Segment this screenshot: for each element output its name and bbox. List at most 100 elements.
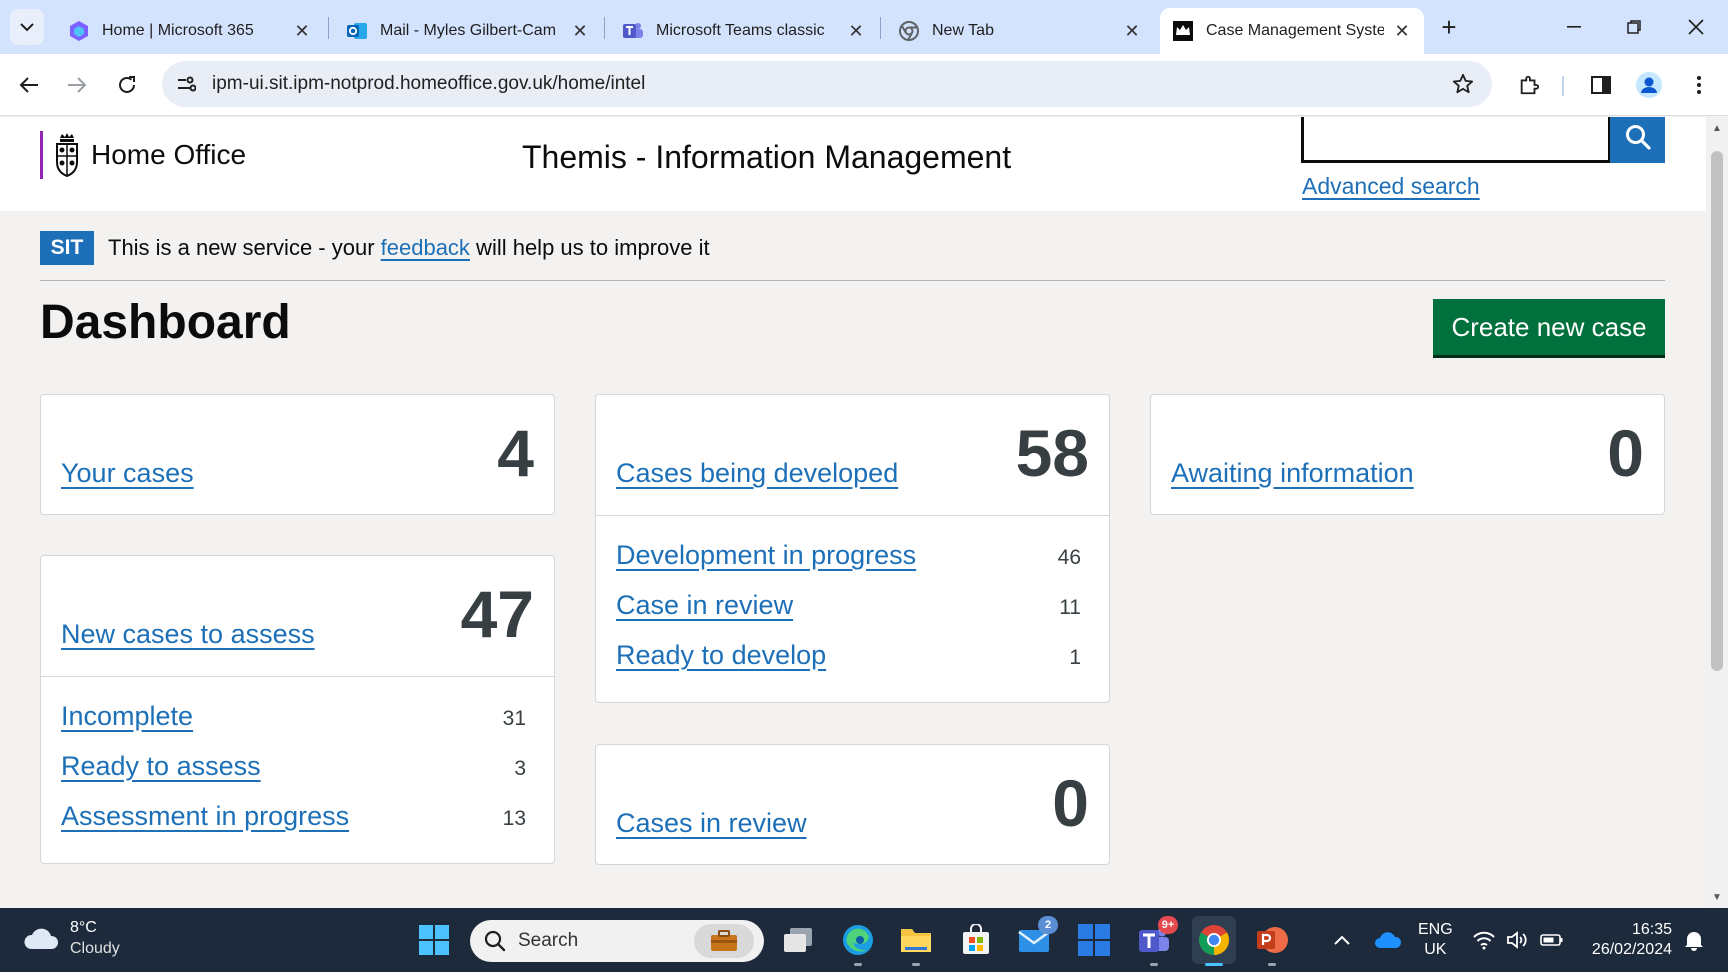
wifi-icon[interactable]	[1468, 920, 1500, 960]
awaiting-information-link[interactable]: Awaiting information	[1171, 458, 1414, 489]
advanced-search-link[interactable]: Advanced search	[1302, 173, 1480, 200]
side-panel-button[interactable]	[1586, 70, 1616, 100]
system-clock[interactable]: 16:35 26/02/2024	[1584, 920, 1672, 960]
site-info-icon[interactable]	[174, 72, 198, 96]
close-icon[interactable]: ✕	[1122, 21, 1142, 41]
close-icon[interactable]: ✕	[846, 21, 866, 41]
reload-button[interactable]	[110, 68, 144, 102]
incomplete-link[interactable]: Incomplete	[61, 701, 193, 732]
minimize-icon	[1567, 26, 1581, 28]
running-indicator	[1150, 963, 1158, 966]
search-input[interactable]	[1301, 117, 1611, 163]
browser-menu-button[interactable]	[1684, 70, 1714, 100]
notifications-button[interactable]	[1680, 920, 1708, 960]
task-view-button[interactable]	[778, 920, 818, 960]
briefcase-icon	[694, 924, 754, 958]
close-icon[interactable]: ✕	[570, 21, 590, 41]
windows-app[interactable]	[1074, 920, 1114, 960]
tab-mail[interactable]: Mail - Myles Gilbert-Cam ✕	[334, 8, 602, 54]
forward-button[interactable]	[60, 68, 94, 102]
mail-badge: 2	[1038, 916, 1058, 934]
tab-teams[interactable]: Microsoft Teams classic ✕	[610, 8, 878, 54]
phase-tag: SIT	[40, 231, 94, 265]
browser-toolbar: ipm-ui.sit.ipm-notprod.homeoffice.gov.uk…	[0, 54, 1728, 116]
task-view-icon	[784, 928, 812, 952]
tab-new-tab[interactable]: New Tab ✕	[886, 8, 1154, 54]
new-tab-button[interactable]: +	[1434, 12, 1464, 42]
feedback-link[interactable]: feedback	[381, 235, 470, 260]
ready-to-develop-link[interactable]: Ready to develop	[616, 640, 826, 671]
close-icon[interactable]: ✕	[1392, 21, 1412, 41]
page-scrollbar[interactable]: ▲ ▼	[1706, 117, 1728, 908]
microsoft-store-app[interactable]	[956, 920, 996, 960]
ready-to-develop-count: 1	[1069, 646, 1081, 669]
list-item: Ready to develop 1	[596, 640, 1109, 690]
windows-tiles-icon	[1078, 924, 1110, 956]
tab-case-management[interactable]: Case Management Syster ✕	[1160, 8, 1424, 54]
close-window-button[interactable]	[1676, 10, 1716, 44]
bookmark-star-icon[interactable]	[1450, 71, 1476, 97]
org-name: Home Office	[91, 139, 247, 170]
language-indicator[interactable]: ENG UK	[1418, 920, 1453, 960]
store-icon	[963, 924, 989, 954]
teams-badge: 9+	[1158, 916, 1178, 934]
crown-icon	[1172, 20, 1194, 42]
tab-separator	[604, 17, 605, 39]
extensions-button[interactable]	[1514, 70, 1544, 100]
search-label: Search	[518, 930, 579, 951]
edge-app[interactable]	[838, 920, 878, 966]
new-cases-breakdown: Incomplete 31 Ready to assess 3 Assessme…	[41, 676, 554, 851]
site-header: Home Office Themis - Information Managem…	[0, 117, 1706, 211]
chrome-icon	[898, 20, 920, 42]
more-vertical-icon	[1697, 76, 1701, 94]
volume-icon[interactable]	[1502, 920, 1534, 960]
development-in-progress-link[interactable]: Development in progress	[616, 540, 916, 571]
start-button[interactable]	[414, 920, 454, 960]
back-button[interactable]	[12, 68, 46, 102]
scrollbar-thumb[interactable]	[1711, 151, 1723, 671]
bell-icon	[1685, 932, 1703, 951]
ready-to-assess-link[interactable]: Ready to assess	[61, 751, 261, 782]
cases-being-developed-link[interactable]: Cases being developed	[616, 458, 898, 489]
side-panel-icon	[1591, 76, 1611, 94]
tab-search-button[interactable]	[10, 9, 44, 45]
taskbar-search[interactable]: Search	[470, 920, 764, 962]
address-bar[interactable]: ipm-ui.sit.ipm-notprod.homeoffice.gov.uk…	[162, 61, 1492, 107]
cases-in-review-count: 0	[1052, 766, 1089, 840]
your-cases-link[interactable]: Your cases	[61, 458, 194, 489]
card-awaiting-information: Awaiting information 0	[1150, 394, 1665, 515]
chrome-icon	[1198, 925, 1230, 955]
minimize-button[interactable]	[1554, 10, 1594, 44]
mail-app[interactable]: 2	[1014, 916, 1058, 960]
service-name[interactable]: Themis - Information Management	[522, 139, 1011, 176]
assessment-in-progress-link[interactable]: Assessment in progress	[61, 801, 349, 832]
scroll-up-arrow-icon[interactable]: ▲	[1711, 123, 1723, 135]
powerpoint-app[interactable]	[1252, 920, 1292, 966]
new-cases-link[interactable]: New cases to assess	[61, 619, 315, 650]
home-office-logo[interactable]: Home Office	[40, 131, 246, 179]
search-button[interactable]	[1610, 117, 1665, 163]
restore-button[interactable]	[1614, 10, 1654, 44]
chevron-down-icon	[20, 23, 34, 32]
card-cases-in-review: Cases in review 0	[595, 744, 1110, 865]
tab-microsoft-365[interactable]: Home | Microsoft 365 ✕	[56, 8, 324, 54]
onedrive-button[interactable]	[1368, 920, 1408, 960]
scroll-down-arrow-icon[interactable]: ▼	[1711, 892, 1723, 904]
file-explorer-app[interactable]	[896, 920, 936, 966]
clock-date: 26/02/2024	[1591, 941, 1672, 958]
chrome-app[interactable]	[1192, 916, 1236, 966]
create-new-case-button[interactable]: Create new case	[1433, 299, 1665, 355]
close-icon[interactable]: ✕	[292, 21, 312, 41]
development-breakdown: Development in progress 46 Case in revie…	[596, 515, 1109, 690]
cases-in-review-link[interactable]: Cases in review	[616, 808, 807, 839]
tab-title: Home | Microsoft 365	[102, 22, 254, 39]
weather-widget[interactable]: 8°C Cloudy	[22, 918, 120, 960]
show-hidden-icons-button[interactable]	[1322, 920, 1362, 960]
profile-button[interactable]	[1634, 70, 1664, 100]
puzzle-icon	[1520, 75, 1540, 95]
card-your-cases: Your cases 4	[40, 394, 555, 515]
teams-app[interactable]: 9+	[1134, 916, 1178, 966]
arrow-right-icon	[68, 77, 87, 93]
battery-icon[interactable]	[1536, 920, 1568, 960]
case-in-review-link[interactable]: Case in review	[616, 590, 793, 621]
